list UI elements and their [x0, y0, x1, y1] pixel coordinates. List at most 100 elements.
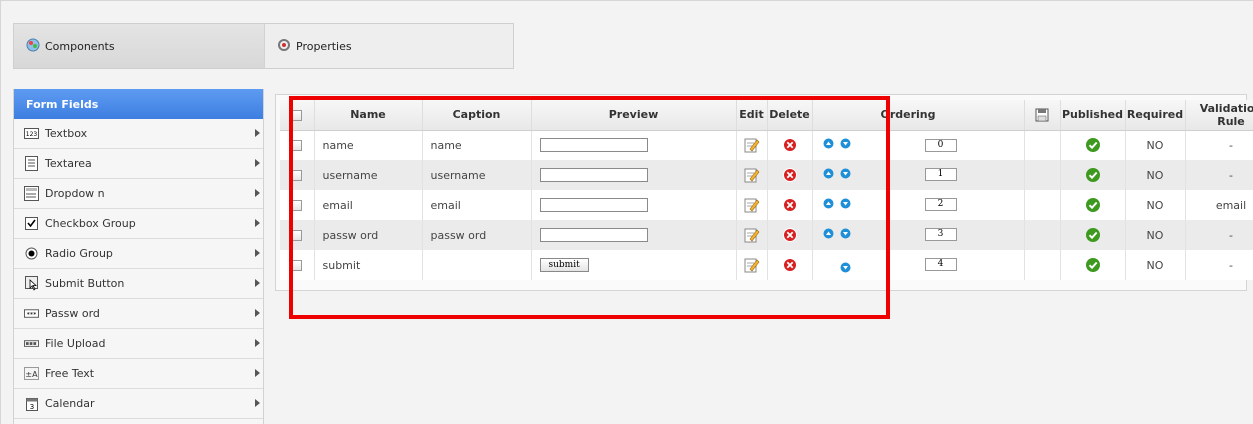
- sidebar-item-label: Calendar: [45, 397, 95, 410]
- preview-input[interactable]: [539, 168, 648, 182]
- properties-icon: [277, 38, 291, 55]
- published-check-icon[interactable]: [1085, 198, 1101, 212]
- delete-cell: [767, 130, 813, 160]
- svg-text:***: ***: [27, 310, 38, 318]
- sidebar-item-dropdown[interactable]: Dropdow n: [14, 179, 263, 209]
- field-preview: [531, 130, 737, 160]
- field-caption: email: [422, 190, 532, 220]
- column-header-validation[interactable]: Validation Rule: [1185, 100, 1253, 131]
- column-header-ordering[interactable]: Ordering: [812, 100, 1025, 131]
- field-caption: username: [422, 160, 532, 190]
- move-down-icon[interactable]: [840, 198, 851, 209]
- sidebar-item-textarea[interactable]: Textarea: [14, 149, 263, 179]
- tab-properties[interactable]: Properties: [264, 24, 513, 68]
- delete-icon[interactable]: [782, 228, 798, 242]
- order-input[interactable]: 1: [924, 168, 957, 181]
- move-up-icon[interactable]: [823, 168, 834, 179]
- chevron-right-icon: [255, 249, 260, 257]
- preview-input[interactable]: [539, 198, 648, 212]
- sidebar-item-free-text[interactable]: ±A Free Text: [14, 359, 263, 389]
- field-required[interactable]: NO: [1125, 130, 1186, 160]
- published-check-icon[interactable]: [1085, 228, 1101, 242]
- delete-icon[interactable]: [782, 168, 798, 182]
- move-down-icon[interactable]: [840, 262, 851, 273]
- save-order-icon[interactable]: [1034, 108, 1050, 122]
- row-checkbox[interactable]: [291, 170, 303, 181]
- ordering-spacer-cell: [1024, 220, 1061, 250]
- field-required[interactable]: NO: [1125, 250, 1186, 280]
- select-all-checkbox[interactable]: [291, 109, 303, 121]
- ordering-spacer-cell: [1024, 130, 1061, 160]
- move-down-icon[interactable]: [840, 228, 851, 239]
- edit-icon[interactable]: [744, 168, 760, 183]
- field-required[interactable]: NO: [1125, 220, 1186, 250]
- preview-input[interactable]: [539, 138, 648, 153]
- published-cell: [1060, 250, 1126, 280]
- column-header-required[interactable]: Required: [1125, 100, 1186, 131]
- column-header-published[interactable]: Published: [1060, 100, 1126, 131]
- preview-input[interactable]: [539, 228, 648, 242]
- edit-icon[interactable]: [744, 138, 760, 153]
- edit-cell: [736, 250, 768, 280]
- published-cell: [1060, 130, 1126, 160]
- delete-icon[interactable]: [782, 198, 798, 212]
- edit-icon[interactable]: [744, 198, 760, 213]
- published-check-icon[interactable]: [1085, 138, 1101, 153]
- submit-button-icon: [24, 276, 39, 291]
- order-input[interactable]: 2: [924, 198, 957, 211]
- move-up-icon[interactable]: [823, 198, 834, 209]
- row-select-cell: [280, 130, 315, 160]
- edit-icon[interactable]: [744, 228, 760, 243]
- move-down-icon[interactable]: [840, 138, 851, 149]
- sidebar-item-file-upload[interactable]: File Upload: [14, 329, 263, 359]
- published-check-icon[interactable]: [1085, 258, 1101, 272]
- move-down-icon[interactable]: [840, 168, 851, 179]
- row-checkbox[interactable]: [291, 260, 303, 271]
- preview-submit-button[interactable]: submit: [539, 258, 589, 272]
- published-check-icon[interactable]: [1085, 168, 1101, 182]
- field-preview: [531, 220, 737, 250]
- edit-cell: [736, 130, 768, 160]
- field-required[interactable]: NO: [1125, 160, 1186, 190]
- ordering-cell: 0: [812, 130, 1025, 160]
- delete-icon[interactable]: [782, 258, 798, 272]
- order-input[interactable]: 0: [924, 138, 957, 152]
- sidebar-item-calendar[interactable]: 3 Calendar: [14, 389, 263, 419]
- field-validation: -: [1185, 220, 1253, 250]
- published-cell: [1060, 190, 1126, 220]
- ordering-spacer-cell: [1024, 250, 1061, 280]
- field-caption: [422, 250, 532, 280]
- order-input[interactable]: 4: [924, 258, 957, 271]
- ordering-cell: 1: [812, 160, 1025, 190]
- sidebar-item-radio-group[interactable]: Radio Group: [14, 239, 263, 269]
- move-arrows: [813, 228, 851, 239]
- checkbox-icon: [24, 216, 39, 231]
- field-name: name: [314, 130, 423, 160]
- order-input[interactable]: 3: [924, 228, 957, 241]
- table-row: name name 0 NO -: [280, 130, 1253, 160]
- sidebar-item-password[interactable]: *** Passw ord: [14, 299, 263, 329]
- delete-icon[interactable]: [782, 138, 798, 153]
- field-preview: [531, 190, 737, 220]
- tab-components[interactable]: Components: [14, 24, 264, 68]
- sidebar-item-submit-button[interactable]: Submit Button: [14, 269, 263, 299]
- sidebar-item-checkbox-group[interactable]: Checkbox Group: [14, 209, 263, 239]
- row-checkbox[interactable]: [291, 200, 303, 211]
- chevron-right-icon: [255, 159, 260, 167]
- edit-icon[interactable]: [744, 258, 760, 273]
- move-up-icon[interactable]: [823, 228, 834, 239]
- tab-components-label: Components: [45, 39, 115, 53]
- ordering-cell: 3: [812, 220, 1025, 250]
- move-up-icon[interactable]: [823, 138, 834, 149]
- column-header-delete: Delete: [767, 100, 813, 131]
- row-checkbox[interactable]: [291, 230, 303, 241]
- column-header-caption[interactable]: Caption: [422, 100, 532, 131]
- edit-cell: [736, 220, 768, 250]
- row-checkbox[interactable]: [291, 140, 303, 152]
- edit-cell: [736, 190, 768, 220]
- calendar-icon: 3: [24, 396, 39, 411]
- column-header-name[interactable]: Name: [314, 100, 423, 131]
- password-icon: ***: [24, 306, 39, 321]
- field-required[interactable]: NO: [1125, 190, 1186, 220]
- sidebar-item-textbox[interactable]: 123 Textbox: [14, 119, 263, 149]
